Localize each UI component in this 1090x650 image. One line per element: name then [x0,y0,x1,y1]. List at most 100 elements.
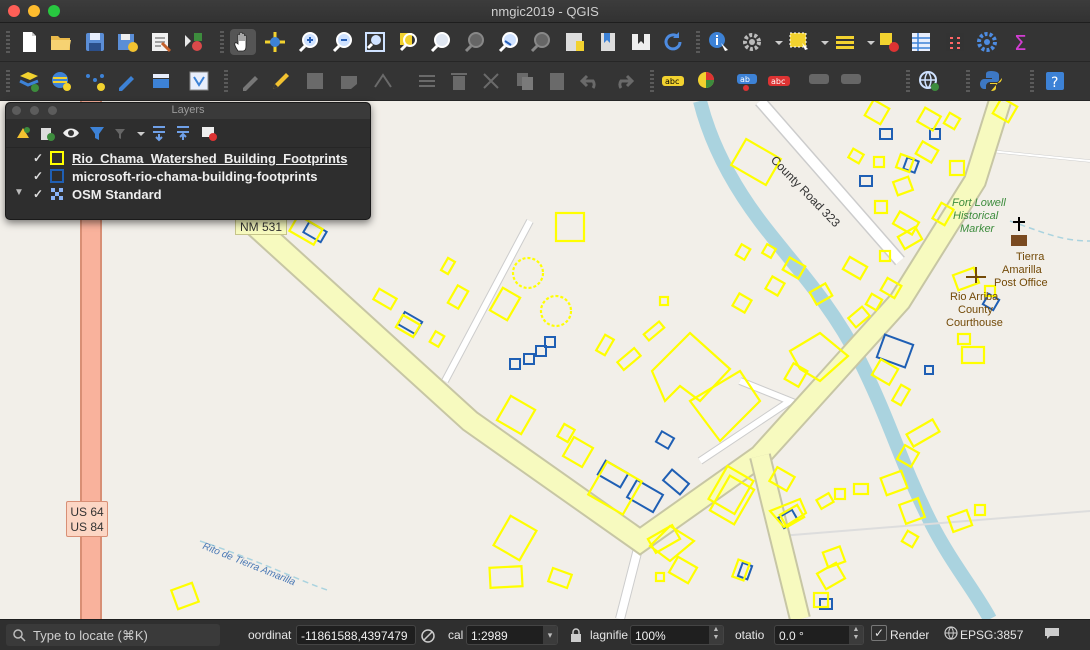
rotation-field[interactable]: 0.0 ° ▲ ▼ [774,625,864,645]
zoom-next-icon[interactable] [528,29,554,55]
spatial-bookmark-icon[interactable] [628,29,654,55]
paste-features-icon[interactable] [544,68,570,94]
layer-visibility-checkbox[interactable]: ✓ [33,169,43,183]
python-console-icon[interactable] [978,68,1004,94]
select-by-value-icon[interactable] [832,29,858,55]
toolbar-grip[interactable] [224,70,228,92]
pan-to-selection-icon[interactable] [262,29,288,55]
new-polygon-layer-icon[interactable] [148,68,174,94]
add-group-icon[interactable] [38,124,56,142]
attribute-table-icon[interactable] [908,29,934,55]
toolbar-grip[interactable] [220,31,224,53]
toolbar-grip[interactable] [6,70,10,92]
magnifier-spinner[interactable]: ▲ ▼ [709,626,723,644]
polygon-symbol-icon[interactable] [50,151,64,165]
save-project-icon[interactable] [82,29,108,55]
layer-item-microsoft-footprints[interactable]: ✓ microsoft-rio-chama-building-footprint… [6,168,370,186]
expand-arrow-icon[interactable]: ▼ [14,187,24,198]
digitize-line-icon[interactable] [114,68,140,94]
style-layer-icon[interactable] [14,124,32,142]
collapse-all-icon[interactable] [174,124,192,142]
open-project-icon[interactable] [48,29,74,55]
locator-search-box[interactable]: Type to locate (⌘K) [6,624,220,646]
current-edits-icon[interactable] [238,68,264,94]
toolbar-grip[interactable] [650,70,654,92]
help-icon[interactable]: ? [1042,68,1068,94]
select-features-icon[interactable] [786,29,812,55]
chevron-down-icon[interactable] [812,29,829,55]
scale-dropdown-chevron-icon[interactable]: ▾ [543,626,557,644]
zoom-native-icon[interactable] [462,29,488,55]
multi-edit-icon[interactable] [414,68,440,94]
settings-gear-icon[interactable] [740,29,766,55]
print-layout-icon[interactable] [148,29,174,55]
identify-icon[interactable] [706,29,732,55]
vertex-tool-icon[interactable] [370,68,396,94]
layer-visibility-checkbox[interactable]: ✓ [33,151,43,165]
toolbar-grip[interactable] [906,70,910,92]
coordinate-toggle-icon[interactable] [420,628,436,647]
new-bookmark-icon[interactable] [562,29,588,55]
scale-field[interactable]: 1:2989 ▾ [466,625,558,645]
layers-panel-titlebar[interactable]: Layers [6,103,370,119]
magnifier-field[interactable]: 100% ▲ ▼ [630,625,724,645]
lock-scale-icon[interactable] [570,628,582,645]
remove-layer-icon[interactable] [200,124,218,142]
save-edits-icon[interactable] [302,68,328,94]
zoom-out-icon[interactable] [330,29,356,55]
copy-features-icon[interactable] [512,68,538,94]
highlight-labels-icon[interactable]: abc [766,68,792,94]
zoom-full-icon[interactable] [362,29,388,55]
crs-button[interactable]: EPSG:3857 [960,628,1023,642]
messages-icon[interactable] [1044,626,1060,643]
diagram-options-icon[interactable] [694,68,720,94]
data-source-manager-icon[interactable] [16,68,42,94]
crs-globe-icon[interactable] [944,626,958,643]
layer-item-rio-chama-watershed[interactable]: ✓ Rio_Chama_Watershed_Building_Footprint… [6,150,370,168]
chevron-down-icon[interactable] [766,29,783,55]
toggle-editing-pencil-icon[interactable] [268,68,294,94]
statistics-sigma-icon[interactable]: Σ [1008,29,1034,55]
label-tool-icon[interactable]: abc [660,68,686,94]
cut-features-icon[interactable] [478,68,504,94]
virtual-layer-icon[interactable] [186,68,212,94]
new-geopackage-icon[interactable] [48,68,74,94]
rotate-label-icon[interactable] [838,68,864,94]
style-manager-icon[interactable] [180,29,206,55]
add-feature-icon[interactable] [336,68,362,94]
new-project-icon[interactable] [16,29,42,55]
zoom-to-selection-icon[interactable] [396,29,422,55]
expand-all-icon[interactable] [150,124,168,142]
deselect-icon[interactable] [876,29,902,55]
refresh-icon[interactable] [660,29,686,55]
filter-funnel-icon[interactable] [88,124,106,142]
layer-item-osm-standard[interactable]: ▼ ✓ OSM Standard [6,186,370,204]
save-as-icon[interactable] [114,29,140,55]
filter-map-icon[interactable] [112,124,130,142]
render-checkbox[interactable]: ✓ [871,625,887,641]
move-label-icon[interactable] [806,68,832,94]
field-calculator-icon[interactable] [942,29,968,55]
show-bookmarks-icon[interactable] [596,29,622,55]
delete-selected-icon[interactable] [446,68,472,94]
globe-web-icon[interactable] [916,68,942,94]
pan-hand-icon[interactable] [230,29,256,55]
toolbar-grip[interactable] [6,31,10,53]
new-temp-layer-icon[interactable] [82,68,108,94]
rotation-spinner[interactable]: ▲ ▼ [849,626,863,644]
toolbar-grip[interactable] [966,70,970,92]
coordinate-field[interactable]: -11861588,4397479 [296,625,416,645]
chevron-down-icon[interactable] [132,124,145,142]
zoom-in-icon[interactable] [296,29,322,55]
chevron-down-icon[interactable] [858,29,875,55]
pin-labels-icon[interactable]: ab [734,68,760,94]
toolbar-grip[interactable] [696,31,700,53]
zoom-last-icon[interactable] [496,29,522,55]
toolbar-grip[interactable] [1030,70,1034,92]
zoom-to-layer-icon[interactable] [428,29,454,55]
layer-visibility-checkbox[interactable]: ✓ [33,187,43,201]
redo-icon[interactable] [610,68,636,94]
undo-icon[interactable] [578,68,604,94]
manage-visibility-eye-icon[interactable] [62,124,80,142]
toolbox-gear-icon[interactable] [974,29,1000,55]
